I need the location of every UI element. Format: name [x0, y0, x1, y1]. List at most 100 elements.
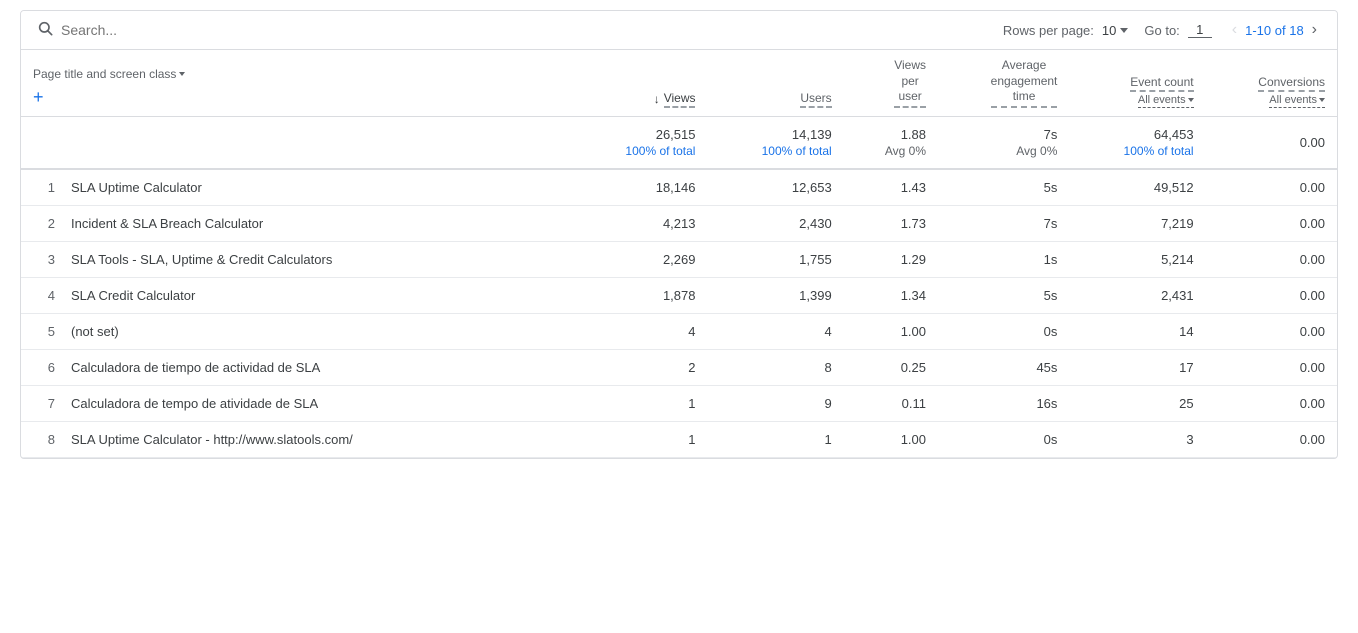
row-page-title: (not set) — [71, 324, 119, 339]
row-page-title: Incident & SLA Breach Calculator — [71, 216, 263, 231]
data-table: Page title and screen class + ↓ Views — [21, 50, 1337, 458]
rows-per-page-select[interactable]: 10 — [1102, 23, 1128, 38]
table-row: 7 Calculadora de tempo de atividade de S… — [21, 385, 1337, 421]
row-views-per-user: 1.00 — [844, 313, 938, 349]
row-page-title: SLA Tools - SLA, Uptime & Credit Calcula… — [71, 252, 332, 267]
event-count-filter[interactable]: All events — [1138, 94, 1194, 108]
conversions-filter[interactable]: All events — [1269, 94, 1325, 108]
goto-input[interactable] — [1188, 22, 1212, 38]
row-conversions: 0.00 — [1206, 421, 1337, 457]
row-event-count: 7,219 — [1069, 205, 1205, 241]
row-avg-engagement: 45s — [938, 349, 1069, 385]
row-event-count: 14 — [1069, 313, 1205, 349]
row-views-per-user: 0.25 — [844, 349, 938, 385]
table-row: 2 Incident & SLA Breach Calculator 4,213… — [21, 205, 1337, 241]
row-event-count: 5,214 — [1069, 241, 1205, 277]
row-page-cell: 3 SLA Tools - SLA, Uptime & Credit Calcu… — [21, 241, 571, 277]
row-number: 3 — [33, 252, 63, 267]
add-dimension-button[interactable]: + — [33, 87, 44, 108]
main-container: Rows per page: 10 Go to: ‹ 1-10 of 18 › … — [20, 10, 1338, 459]
next-page-button[interactable]: › — [1308, 19, 1321, 41]
avg-engagement-col-label: Average engagement time — [991, 58, 1058, 108]
row-views: 18,146 — [571, 169, 707, 206]
row-avg-engagement: 16s — [938, 385, 1069, 421]
users-col-label: Users — [800, 91, 831, 108]
row-views: 2 — [571, 349, 707, 385]
col-header-page: Page title and screen class + — [21, 50, 571, 116]
page-range: 1-10 of 18 — [1245, 23, 1304, 38]
row-number: 5 — [33, 324, 63, 339]
row-number: 6 — [33, 360, 63, 375]
row-page-cell: 6 Calculadora de tiempo de actividad de … — [21, 349, 571, 385]
row-avg-engagement: 1s — [938, 241, 1069, 277]
row-users: 1,755 — [707, 241, 843, 277]
row-page-cell: 2 Incident & SLA Breach Calculator — [21, 205, 571, 241]
row-event-count: 3 — [1069, 421, 1205, 457]
rows-value: 10 — [1102, 23, 1116, 38]
row-avg-engagement: 0s — [938, 421, 1069, 457]
table-row: 4 SLA Credit Calculator 1,878 1,399 1.34… — [21, 277, 1337, 313]
col-header-avg-engagement: Average engagement time — [938, 50, 1069, 116]
totals-views-per-user: 1.88 Avg 0% — [844, 116, 938, 169]
search-input[interactable] — [61, 22, 1003, 38]
page-col-label: Page title and screen class — [33, 67, 176, 81]
event-count-col-label: Event count — [1130, 75, 1193, 92]
row-users: 2,430 — [707, 205, 843, 241]
row-conversions: 0.00 — [1206, 277, 1337, 313]
row-page-title: Calculadora de tempo de atividade de SLA — [71, 396, 318, 411]
row-users: 4 — [707, 313, 843, 349]
row-page-title: SLA Uptime Calculator - http://www.slato… — [71, 432, 353, 447]
views-per-user-col-label: Views per user — [894, 58, 926, 108]
row-page-cell: 8 SLA Uptime Calculator - http://www.sla… — [21, 421, 571, 457]
row-avg-engagement: 5s — [938, 169, 1069, 206]
rows-per-page-label: Rows per page: — [1003, 23, 1094, 38]
conversions-dropdown-icon — [1319, 98, 1325, 102]
col-header-event-count: Event count All events — [1069, 50, 1205, 116]
col-header-views: ↓ Views — [571, 50, 707, 116]
row-users: 8 — [707, 349, 843, 385]
row-conversions: 0.00 — [1206, 349, 1337, 385]
row-conversions: 0.00 — [1206, 385, 1337, 421]
row-conversions: 0.00 — [1206, 313, 1337, 349]
prev-page-button[interactable]: ‹ — [1228, 19, 1241, 41]
row-number: 7 — [33, 396, 63, 411]
row-page-cell: 7 Calculadora de tempo de atividade de S… — [21, 385, 571, 421]
table-row: 1 SLA Uptime Calculator 18,146 12,653 1.… — [21, 169, 1337, 206]
page-col-dropdown[interactable]: Page title and screen class — [33, 67, 185, 81]
goto-label: Go to: — [1144, 23, 1179, 38]
row-views: 1 — [571, 421, 707, 457]
row-conversions: 0.00 — [1206, 169, 1337, 206]
totals-event-count: 64,453 100% of total — [1069, 116, 1205, 169]
row-views: 1,878 — [571, 277, 707, 313]
totals-page-cell — [21, 116, 571, 169]
row-event-count: 17 — [1069, 349, 1205, 385]
row-event-count: 49,512 — [1069, 169, 1205, 206]
row-users: 9 — [707, 385, 843, 421]
row-views-per-user: 1.43 — [844, 169, 938, 206]
col-header-conversions: Conversions All events — [1206, 50, 1337, 116]
row-users: 1,399 — [707, 277, 843, 313]
row-event-count: 2,431 — [1069, 277, 1205, 313]
row-views-per-user: 1.34 — [844, 277, 938, 313]
row-page-title: Calculadora de tiempo de actividad de SL… — [71, 360, 320, 375]
row-page-title: SLA Credit Calculator — [71, 288, 195, 303]
row-page-cell: 1 SLA Uptime Calculator — [21, 169, 571, 206]
row-views-per-user: 1.00 — [844, 421, 938, 457]
row-avg-engagement: 0s — [938, 313, 1069, 349]
col-header-users: Users — [707, 50, 843, 116]
rows-dropdown-icon — [1120, 28, 1128, 33]
table-header-row: Page title and screen class + ↓ Views — [21, 50, 1337, 116]
row-conversions: 0.00 — [1206, 241, 1337, 277]
conversions-col-label: Conversions — [1258, 75, 1325, 92]
search-icon — [37, 20, 53, 40]
row-number: 2 — [33, 216, 63, 231]
page-nav: ‹ 1-10 of 18 › — [1228, 19, 1321, 41]
row-number: 8 — [33, 432, 63, 447]
totals-views: 26,515 100% of total — [571, 116, 707, 169]
row-users: 12,653 — [707, 169, 843, 206]
row-number: 1 — [33, 180, 63, 195]
row-page-cell: 4 SLA Credit Calculator — [21, 277, 571, 313]
table-row: 6 Calculadora de tiempo de actividad de … — [21, 349, 1337, 385]
sort-arrow-icon: ↓ — [654, 92, 660, 106]
row-views-per-user: 0.11 — [844, 385, 938, 421]
